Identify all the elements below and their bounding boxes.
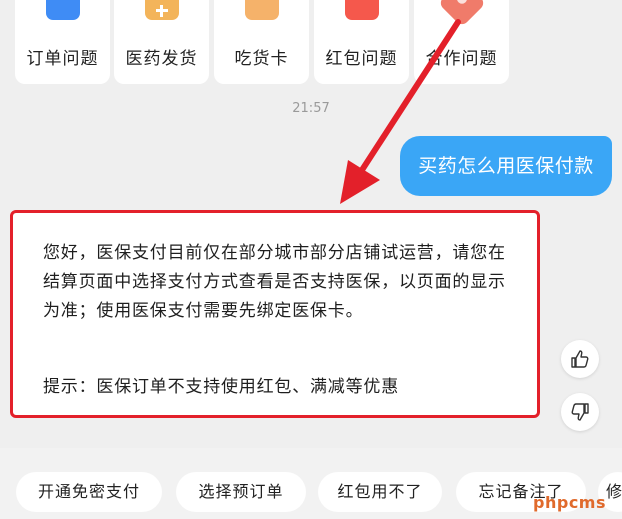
- category-cooperation[interactable]: 合作问题: [414, 0, 509, 84]
- category-label: 吃货卡: [234, 49, 289, 69]
- watermark: phpcms: [533, 493, 606, 512]
- cooperation-icon: [437, 0, 486, 28]
- category-label: 医药发货: [125, 49, 198, 69]
- quick-reply-chip[interactable]: 开通免密支付: [16, 472, 162, 512]
- order-doc-icon: [45, 0, 80, 20]
- bot-reply-card: 您好，医保支付目前仅在部分城市部分店铺试运营，请您在结算页面中选择支付方式查看是…: [10, 210, 540, 418]
- category-label: 合作问题: [425, 49, 498, 69]
- category-label: 红包问题: [325, 49, 398, 69]
- thumbs-up-button[interactable]: [561, 340, 599, 378]
- category-row: 订单问题 医药发货 吃货卡 红包问题 合作问题: [0, 0, 622, 86]
- message-timestamp: 21:57: [292, 101, 330, 116]
- bot-reply-tip: 提示：医保订单不支持使用红包、满减等优惠: [43, 377, 399, 397]
- category-medicine-shipping[interactable]: 医药发货: [114, 0, 209, 84]
- food-card-icon: [244, 0, 279, 20]
- medicine-box-icon: [144, 0, 179, 20]
- category-order-issue[interactable]: 订单问题: [15, 0, 110, 84]
- category-red-packet[interactable]: 红包问题: [314, 0, 409, 84]
- red-packet-icon: [344, 0, 379, 20]
- thumbs-down-button[interactable]: [561, 393, 599, 431]
- bot-reply-text: 您好，医保支付目前仅在部分城市部分店铺试运营，请您在结算页面中选择支付方式查看是…: [43, 243, 506, 321]
- quick-reply-chip[interactable]: 选择预订单: [176, 472, 306, 512]
- category-food-card[interactable]: 吃货卡: [214, 0, 309, 84]
- quick-reply-bar: 开通免密支付 选择预订单 红包用不了 忘记备注了 修: [0, 448, 622, 519]
- user-message-bubble: 买药怎么用医保付款: [400, 136, 612, 196]
- thumbs-up-icon: [571, 350, 589, 368]
- thumbs-down-icon: [571, 403, 589, 421]
- quick-reply-chip[interactable]: 红包用不了: [318, 472, 442, 512]
- category-label: 订单问题: [26, 49, 99, 69]
